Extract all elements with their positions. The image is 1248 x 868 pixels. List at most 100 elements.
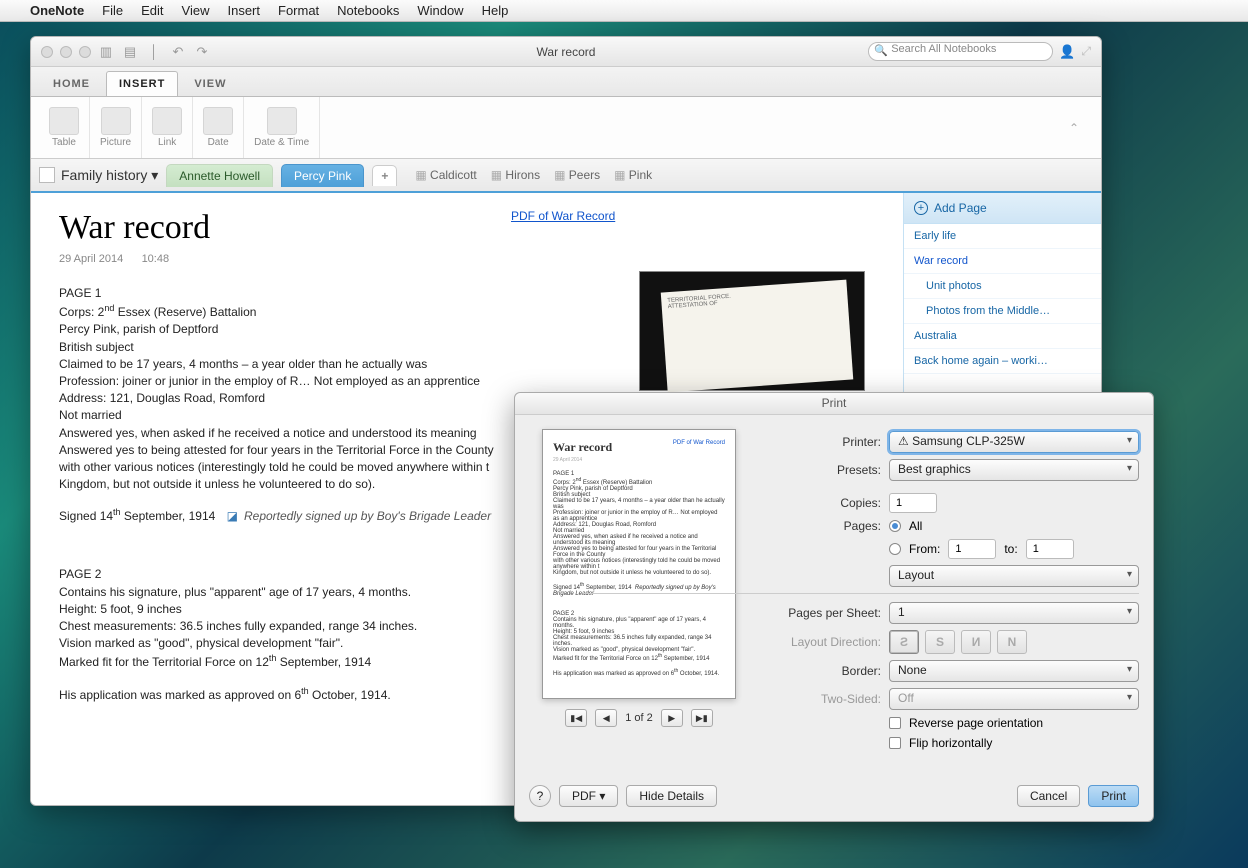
datetime-icon xyxy=(267,107,297,135)
menu-app-name[interactable]: OneNote xyxy=(30,3,84,18)
direction-option-4[interactable]: N xyxy=(997,630,1027,654)
add-page-button[interactable]: +Add Page xyxy=(904,193,1101,224)
flip-checkbox[interactable] xyxy=(889,737,901,749)
notebook-name[interactable]: Family history ▾ xyxy=(61,167,158,184)
cancel-button[interactable]: Cancel xyxy=(1017,785,1080,807)
link-icon xyxy=(152,107,182,135)
page-list-item[interactable]: Early life xyxy=(904,224,1101,249)
ribbon-link[interactable]: Link xyxy=(142,97,193,158)
quick-link[interactable]: Caldicott xyxy=(415,168,476,182)
print-dialog: Print PDF of War Record War record 29 Ap… xyxy=(514,392,1154,822)
copies-input[interactable] xyxy=(889,493,937,513)
twosided-select[interactable]: Off xyxy=(889,688,1139,710)
to-input[interactable] xyxy=(1026,539,1074,559)
next-page-button[interactable]: ▶ xyxy=(661,709,683,727)
page-indicator: 1 of 2 xyxy=(625,712,653,724)
reverse-label: Reverse page orientation xyxy=(909,716,1043,730)
pages-all-radio[interactable] xyxy=(889,520,901,532)
menu-help[interactable]: Help xyxy=(482,3,509,18)
search-input[interactable]: Search All Notebooks xyxy=(868,42,1053,61)
pps-select[interactable]: 1 xyxy=(889,602,1139,624)
hide-details-button[interactable]: Hide Details xyxy=(626,785,717,807)
direction-option-3[interactable]: И xyxy=(961,630,991,654)
print-preview: PDF of War Record War record 29 April 20… xyxy=(542,429,736,699)
printer-select[interactable]: ⚠ Samsung CLP-325W xyxy=(889,431,1139,453)
prev-page-button[interactable]: ◀ xyxy=(595,709,617,727)
presets-select[interactable]: Best graphics xyxy=(889,459,1139,481)
quick-link[interactable]: Peers xyxy=(554,168,600,182)
date-icon xyxy=(203,107,233,135)
plus-icon: + xyxy=(914,201,928,215)
page-list-item[interactable]: Back home again – worki… xyxy=(904,349,1101,374)
territorial-force-document: TERRITORIAL FORCE.ATTESTATION OF xyxy=(661,280,854,393)
label-pages: Pages: xyxy=(763,519,881,533)
direction-option-1[interactable]: Ƨ xyxy=(889,630,919,654)
ribbon-tabs: HOME INSERT VIEW xyxy=(31,67,1101,97)
page-list-item[interactable]: Photos from the Middle… xyxy=(904,299,1101,324)
print-settings: Printer: ⚠ Samsung CLP-325W Presets: Bes… xyxy=(763,429,1139,756)
quick-links: Caldicott Hirons Peers Pink xyxy=(415,168,652,182)
menu-view[interactable]: View xyxy=(182,3,210,18)
pdf-link[interactable]: PDF of War Record xyxy=(511,209,615,223)
section-tab-green[interactable]: Annette Howell xyxy=(166,164,273,187)
from-input[interactable] xyxy=(948,539,996,559)
last-page-button[interactable]: ▶▮ xyxy=(691,709,713,727)
page-date: 29 April 2014 10:48 xyxy=(59,253,875,265)
tab-view[interactable]: VIEW xyxy=(182,72,238,96)
direction-option-2[interactable]: S xyxy=(925,630,955,654)
tab-home[interactable]: HOME xyxy=(41,72,102,96)
ribbon-date[interactable]: Date xyxy=(193,97,244,158)
tab-insert[interactable]: INSERT xyxy=(106,71,178,96)
help-button[interactable]: ? xyxy=(529,785,551,807)
print-button[interactable]: Print xyxy=(1088,785,1139,807)
section-tab-blue[interactable]: Percy Pink xyxy=(281,164,364,187)
embedded-image[interactable]: TERRITORIAL FORCE.ATTESTATION OF xyxy=(639,271,865,391)
dialog-title: Print xyxy=(515,393,1153,415)
menu-format[interactable]: Format xyxy=(278,3,319,18)
label-pps: Pages per Sheet: xyxy=(763,606,881,620)
table-icon xyxy=(49,107,79,135)
notebook-bar: Family history ▾ Annette Howell Percy Pi… xyxy=(31,159,1101,193)
notebook-icon[interactable] xyxy=(39,167,55,183)
ribbon: Table Picture Link Date Date & Time ⌃ xyxy=(31,97,1101,159)
label-border: Border: xyxy=(763,664,881,678)
from-label: From: xyxy=(909,542,940,556)
note-tag[interactable]: Reportedly signed up by Boy's Brigade Le… xyxy=(227,508,491,524)
ribbon-table[interactable]: Table xyxy=(39,97,90,158)
border-select[interactable]: None xyxy=(889,660,1139,682)
section-select[interactable]: Layout xyxy=(889,565,1139,587)
to-label: to: xyxy=(1004,542,1017,556)
page-list-item[interactable]: War record xyxy=(904,249,1101,274)
pages-all-label: All xyxy=(909,519,922,533)
menu-edit[interactable]: Edit xyxy=(141,3,163,18)
menu-notebooks[interactable]: Notebooks xyxy=(337,3,399,18)
reverse-checkbox[interactable] xyxy=(889,717,901,729)
page-title[interactable]: War record xyxy=(59,209,875,247)
pages-range-radio[interactable] xyxy=(889,543,901,555)
page-list-item[interactable]: Australia xyxy=(904,324,1101,349)
menu-file[interactable]: File xyxy=(102,3,123,18)
menu-insert[interactable]: Insert xyxy=(227,3,260,18)
quick-link[interactable]: Hirons xyxy=(491,168,540,182)
layout-direction: Ƨ S И N xyxy=(889,630,1027,654)
window-titlebar: ▥ ▤ │ ↶ ↷ War record Search All Notebook… xyxy=(31,37,1101,67)
mac-menubar: OneNote File Edit View Insert Format Not… xyxy=(0,0,1248,22)
ribbon-datetime[interactable]: Date & Time xyxy=(244,97,320,158)
label-direction: Layout Direction: xyxy=(763,635,881,649)
label-twosided: Two-Sided: xyxy=(763,692,881,706)
flip-label: Flip horizontally xyxy=(909,736,992,750)
first-page-button[interactable]: ▮◀ xyxy=(565,709,587,727)
ribbon-picture[interactable]: Picture xyxy=(90,97,142,158)
picture-icon xyxy=(101,107,131,135)
dialog-footer: ? PDF ▾ Hide Details Cancel Print xyxy=(529,785,1139,807)
add-section-button[interactable]: + xyxy=(372,165,397,186)
label-copies: Copies: xyxy=(763,496,881,510)
menu-window[interactable]: Window xyxy=(417,3,463,18)
preview-pager: ▮◀ ◀ 1 of 2 ▶ ▶▮ xyxy=(529,709,749,727)
pdf-button[interactable]: PDF ▾ xyxy=(559,785,618,807)
label-printer: Printer: xyxy=(763,435,881,449)
collapse-ribbon-icon[interactable]: ⌃ xyxy=(1069,121,1093,135)
quick-link[interactable]: Pink xyxy=(614,168,652,182)
label-presets: Presets: xyxy=(763,463,881,477)
page-list-item[interactable]: Unit photos xyxy=(904,274,1101,299)
